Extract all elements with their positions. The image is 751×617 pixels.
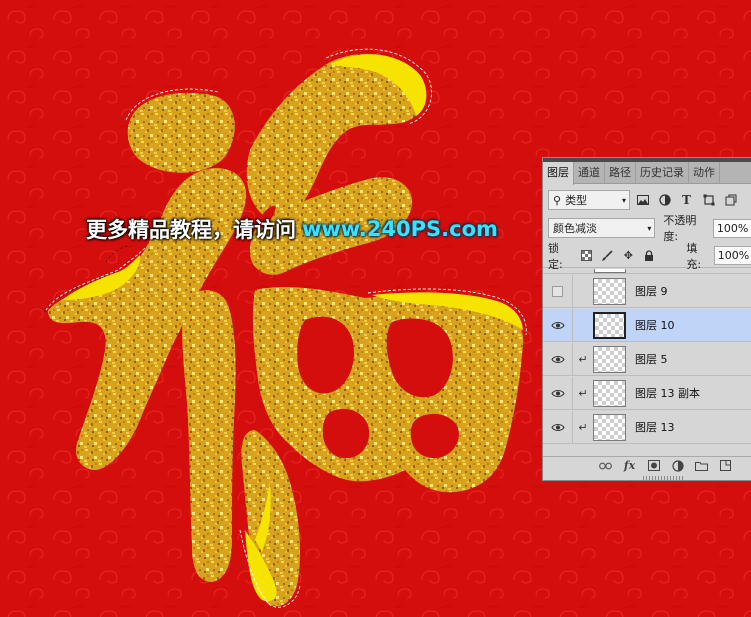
eye-icon (550, 389, 565, 397)
tab-channels[interactable]: 通道 (574, 162, 605, 184)
clipping-mask-arrow-icon: ↵ (578, 352, 588, 366)
clipping-mask-arrow-icon: ↵ (578, 386, 588, 400)
layer-name[interactable]: 图层 10 (635, 317, 675, 333)
layer-name[interactable]: 图层 9 (635, 283, 668, 299)
layers-list[interactable]: 图层 9 图层 10 ↵ 图层 5 ↵ 图层 13 副本 ↵ 图层 13 (543, 269, 751, 456)
lock-icons: ✥ (580, 249, 655, 262)
panel-tabs: 图层 通道 路径 历史记录 动作 (543, 162, 751, 185)
layer-thumbnail (593, 311, 626, 339)
layer-row[interactable]: ↵ 图层 13 (543, 410, 751, 444)
layer-thumbnail (593, 277, 626, 305)
visibility-toggle[interactable] (543, 274, 573, 308)
layer-thumbnail (593, 413, 626, 441)
smart-object-filter-icon[interactable] (724, 194, 737, 207)
new-adjustment-layer-icon[interactable] (671, 459, 684, 472)
tab-actions[interactable]: 动作 (689, 162, 720, 184)
lock-image-pixels-icon[interactable] (601, 249, 613, 262)
eye-icon (550, 355, 565, 363)
layer-row-partial[interactable] (543, 269, 751, 274)
layer-filter-row: ⚲ 类型 ▾ T (543, 188, 751, 212)
watermark-text: 更多精品教程，请访问 (86, 218, 296, 242)
watermark: 更多精品教程，请访问 www.240PS.com (86, 212, 498, 246)
tab-history[interactable]: 历史记录 (636, 162, 689, 184)
layer-name[interactable]: 图层 13 副本 (635, 385, 700, 401)
layer-row[interactable]: ↵ 图层 13 副本 (543, 376, 751, 410)
add-mask-icon[interactable] (647, 460, 660, 472)
tab-layers[interactable]: 图层 (543, 162, 574, 185)
lock-position-icon[interactable]: ✥ (622, 249, 634, 262)
adjustment-filter-icon[interactable] (658, 194, 671, 207)
blend-mode-value: 颜色减淡 (553, 222, 597, 235)
clipping-mask-arrow-icon: ↵ (578, 420, 588, 434)
type-filter-icon[interactable]: T (680, 193, 693, 207)
lock-transparent-pixels-icon[interactable] (580, 250, 592, 262)
tab-paths[interactable]: 路径 (605, 162, 636, 184)
layer-thumbnail (593, 345, 626, 373)
fill-field[interactable]: 100% (713, 246, 751, 265)
hidden-visibility-box (552, 285, 563, 297)
layer-name[interactable]: 图层 13 (635, 419, 675, 435)
visibility-toggle[interactable] (543, 410, 573, 444)
panel-resize-handle[interactable] (643, 476, 685, 480)
layer-style-fx-icon[interactable]: fx (623, 459, 636, 472)
visibility-toggle[interactable] (543, 376, 573, 410)
new-group-folder-icon[interactable] (695, 460, 708, 472)
lock-all-icon[interactable] (643, 249, 655, 262)
image-filter-icon[interactable] (636, 194, 649, 207)
layer-thumbnail (594, 269, 626, 273)
new-layer-icon[interactable] (719, 460, 732, 472)
visibility-toggle[interactable] (543, 342, 573, 376)
layer-row[interactable]: ↵ 图层 5 (543, 342, 751, 376)
layers-panel: 图层 通道 路径 历史记录 动作 ⚲ 类型 ▾ T 颜色减淡 ▾ 不透明度: 1… (542, 157, 751, 481)
blend-row: 颜色减淡 ▾ 不透明度: 100% (543, 214, 751, 243)
layer-thumbnail (593, 379, 626, 407)
filter-icons: T (636, 193, 737, 207)
lock-row: 锁定: ✥ 填充: 100% (543, 242, 751, 271)
fill-label: 填充: (686, 241, 702, 271)
layer-row[interactable]: 图层 9 (543, 274, 751, 308)
eye-icon (550, 321, 565, 329)
lock-label: 锁定: (548, 241, 563, 271)
watermark-url: www.240PS.com (302, 217, 498, 241)
chevron-down-icon: ▾ (647, 223, 652, 233)
filter-kind-select[interactable]: ⚲ 类型 ▾ (548, 190, 630, 210)
visibility-toggle[interactable] (543, 308, 573, 342)
layer-name[interactable]: 图层 5 (635, 351, 668, 367)
opacity-field[interactable]: 100% (712, 218, 751, 238)
blend-mode-select[interactable]: 颜色减淡 ▾ (548, 218, 656, 238)
eye-icon (550, 423, 565, 431)
shape-filter-icon[interactable] (702, 194, 715, 207)
search-icon: ⚲ (553, 193, 562, 207)
chevron-down-icon: ▾ (621, 195, 626, 205)
layers-bottom-bar: fx (543, 456, 751, 474)
link-layers-icon[interactable] (599, 460, 612, 472)
layer-row-selected[interactable]: 图层 10 (543, 308, 751, 342)
filter-kind-label: 类型 (565, 194, 588, 207)
